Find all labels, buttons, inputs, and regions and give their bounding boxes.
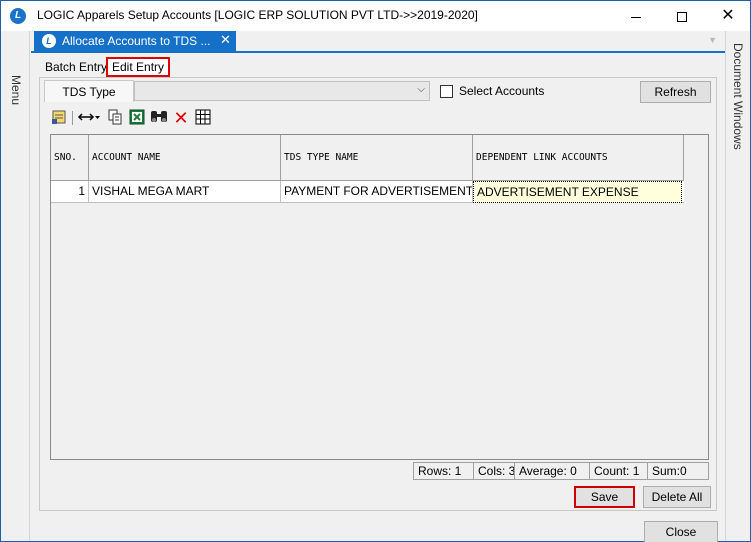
chevron-down-icon: ⌵	[417, 84, 425, 95]
window-title: LOGIC Apparels Setup Accounts [LOGIC ERP…	[37, 8, 478, 22]
maximize-icon	[677, 12, 687, 23]
select-accounts-label[interactable]: Select Accounts	[459, 84, 544, 98]
document-windows-label[interactable]: Document Windows	[731, 43, 745, 150]
grid-icon[interactable]	[194, 109, 212, 127]
minimize-icon	[631, 16, 641, 18]
status-sum: Sum:0	[647, 462, 709, 480]
document-windows-panel[interactable]: Document Windows	[725, 31, 750, 541]
delete-all-button[interactable]: Delete All	[643, 486, 711, 508]
refresh-button[interactable]: Refresh	[640, 81, 711, 103]
status-average: Average: 0	[514, 462, 593, 480]
column-header-tds-type-name[interactable]: TDS TYPE NAME	[281, 135, 473, 181]
tds-type-dropdown[interactable]: ⌵	[134, 81, 430, 101]
select-accounts-checkbox[interactable]	[440, 85, 453, 98]
form-content: Batch Entry Edit Entry TDS Type ⌵ Select…	[31, 53, 725, 542]
delete-icon[interactable]: ✕	[172, 109, 190, 127]
notes-icon[interactable]	[50, 109, 68, 127]
app-window: L LOGIC Apparels Setup Accounts [LOGIC E…	[0, 0, 751, 542]
copy-icon[interactable]	[106, 109, 124, 127]
menu-side-panel[interactable]: Menu	[2, 31, 30, 541]
column-header-dependent-link-accounts[interactable]: DEPENDENT LINK ACCOUNTS	[473, 135, 684, 181]
close-window-button[interactable]: ✕	[705, 1, 751, 31]
status-count: Count: 1	[589, 462, 649, 480]
edit-entry-panel: TDS Type ⌵ Select Accounts Refresh ✕ SNO…	[39, 77, 717, 511]
logic-logo-icon: L	[42, 34, 56, 48]
column-header-account-name[interactable]: ACCOUNT NAME	[89, 135, 281, 181]
minimize-button[interactable]	[613, 1, 659, 31]
excel-icon[interactable]	[128, 109, 146, 127]
close-icon[interactable]: ✕	[220, 32, 231, 48]
grid-toolbar: ✕	[40, 107, 716, 129]
column-width-icon[interactable]	[77, 109, 101, 127]
tds-type-label: TDS Type	[44, 80, 134, 102]
logic-logo-icon: L	[10, 8, 26, 24]
tab-batch-entry[interactable]: Batch Entry	[41, 57, 111, 77]
close-button[interactable]: Close	[644, 521, 718, 542]
title-bar: L LOGIC Apparels Setup Accounts [LOGIC E…	[1, 1, 750, 31]
find-icon[interactable]	[150, 109, 168, 127]
cell-sno[interactable]: 1	[51, 181, 89, 203]
cell-account-name[interactable]: VISHAL MEGA MART	[89, 181, 281, 203]
cell-tds-type-name[interactable]: PAYMENT FOR ADVERTISEMENT	[281, 181, 473, 203]
toolbar-separator	[72, 111, 73, 125]
column-header-sno[interactable]: SNO.	[51, 135, 89, 181]
chevron-down-icon[interactable]: ▼	[708, 35, 717, 45]
tab-edit-entry[interactable]: Edit Entry	[106, 57, 171, 77]
doc-tab-label: Allocate Accounts to TDS ...	[62, 34, 211, 48]
cell-dependent-link-accounts[interactable]: ADVERTISEMENT EXPENSE	[473, 181, 682, 203]
accounts-grid[interactable]: SNO. ACCOUNT NAME TDS TYPE NAME DEPENDEN…	[50, 134, 709, 460]
menu-label[interactable]: Menu	[9, 75, 23, 105]
doc-tab-allocate-accounts[interactable]: L Allocate Accounts to TDS ... ✕	[34, 31, 236, 51]
maximize-button[interactable]	[659, 1, 705, 31]
save-button[interactable]: Save	[574, 486, 635, 508]
grid-header: SNO. ACCOUNT NAME TDS TYPE NAME DEPENDEN…	[51, 135, 684, 181]
document-tabstrip: L Allocate Accounts to TDS ... ✕ ▼	[31, 31, 725, 51]
table-row[interactable]: 1 VISHAL MEGA MART PAYMENT FOR ADVERTISE…	[51, 181, 684, 203]
